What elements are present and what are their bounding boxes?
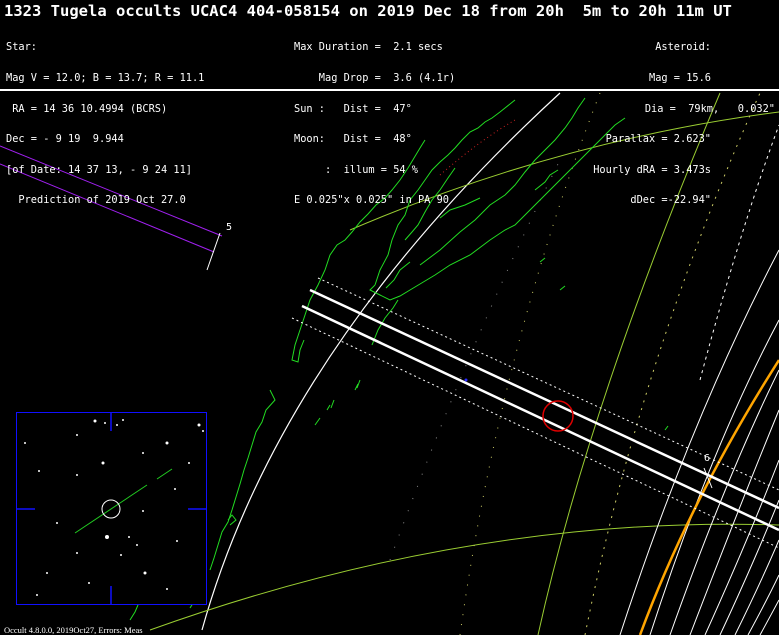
- time-label-6: 6: [704, 453, 710, 464]
- header-divider: [0, 89, 779, 91]
- mag-drop: Mag Drop = 3.6 (4.1r): [294, 72, 456, 84]
- moon-distance: Moon: Dist = 48°: [294, 133, 412, 146]
- occultation-map-view: 5 6 1323 Tugela occults UCAC4 404-058154…: [0, 0, 779, 635]
- star-of-date: [of Date: 14 37 13, - 9 24 11]: [6, 163, 192, 176]
- moon-illumination: : illum = 54 %: [294, 163, 418, 176]
- page-title: 1323 Tugela occults UCAC4 404-058154 on …: [4, 2, 732, 20]
- max-duration: Max Duration = 2.1 secs: [294, 41, 443, 54]
- path-sigma-south: [291, 317, 779, 549]
- time-label-5: 5: [226, 222, 232, 233]
- asteroid-dia: Dia = 79km, 0.032": [644, 102, 775, 115]
- event-info: Max Duration = 2.1 secs Mag Drop = 3.6 (…: [294, 22, 455, 226]
- star-mags: Mag V = 12.0; B = 13.7; R = 11.1: [6, 72, 205, 84]
- latitude-line-lower: [149, 523, 779, 631]
- time-tick-5: [206, 232, 221, 271]
- inset-star-chart: [16, 412, 207, 605]
- asteroid-parallax: Parallax = 2.623": [605, 133, 711, 146]
- star-dec: Dec = - 9 19 9.944: [6, 133, 124, 146]
- center-dot: [464, 378, 468, 382]
- asteroid-heading: Asteroid:: [655, 41, 711, 54]
- asteroid-mag: Mag = 15.6: [649, 72, 711, 84]
- inset-svg: [17, 413, 206, 604]
- lower-right-grid: [619, 249, 779, 635]
- star-heading: Star:: [6, 41, 37, 54]
- star-info: Star: Mag V = 12.0; B = 13.7; R = 11.1 R…: [6, 22, 204, 226]
- prediction-date: Prediction of 2019 Oct 27.0: [6, 194, 186, 207]
- inset-path-line: [74, 484, 148, 534]
- asteroid-hourly-dra: Hourly dRA = 3.473s: [593, 163, 711, 176]
- star-ra: RA = 14 36 10.4994 (BCRS): [6, 102, 168, 115]
- sun-distance: Sun : Dist = 47°: [294, 102, 412, 115]
- asteroid-ddec: dDec =-22.94": [630, 194, 711, 207]
- path-edge-south: [301, 304, 779, 532]
- occultation-path: [291, 277, 779, 549]
- footer-version: Occult 4.8.0.0, 2019Oct27, Errors: Meas: [4, 625, 143, 635]
- error-ellipse: E 0.025"x 0.025" in PA 90: [294, 194, 449, 207]
- dotted-meridian-1: [459, 92, 601, 635]
- asteroid-info: Asteroid: Mag = 15.6 Dia = 79km, 0.032" …: [593, 22, 775, 226]
